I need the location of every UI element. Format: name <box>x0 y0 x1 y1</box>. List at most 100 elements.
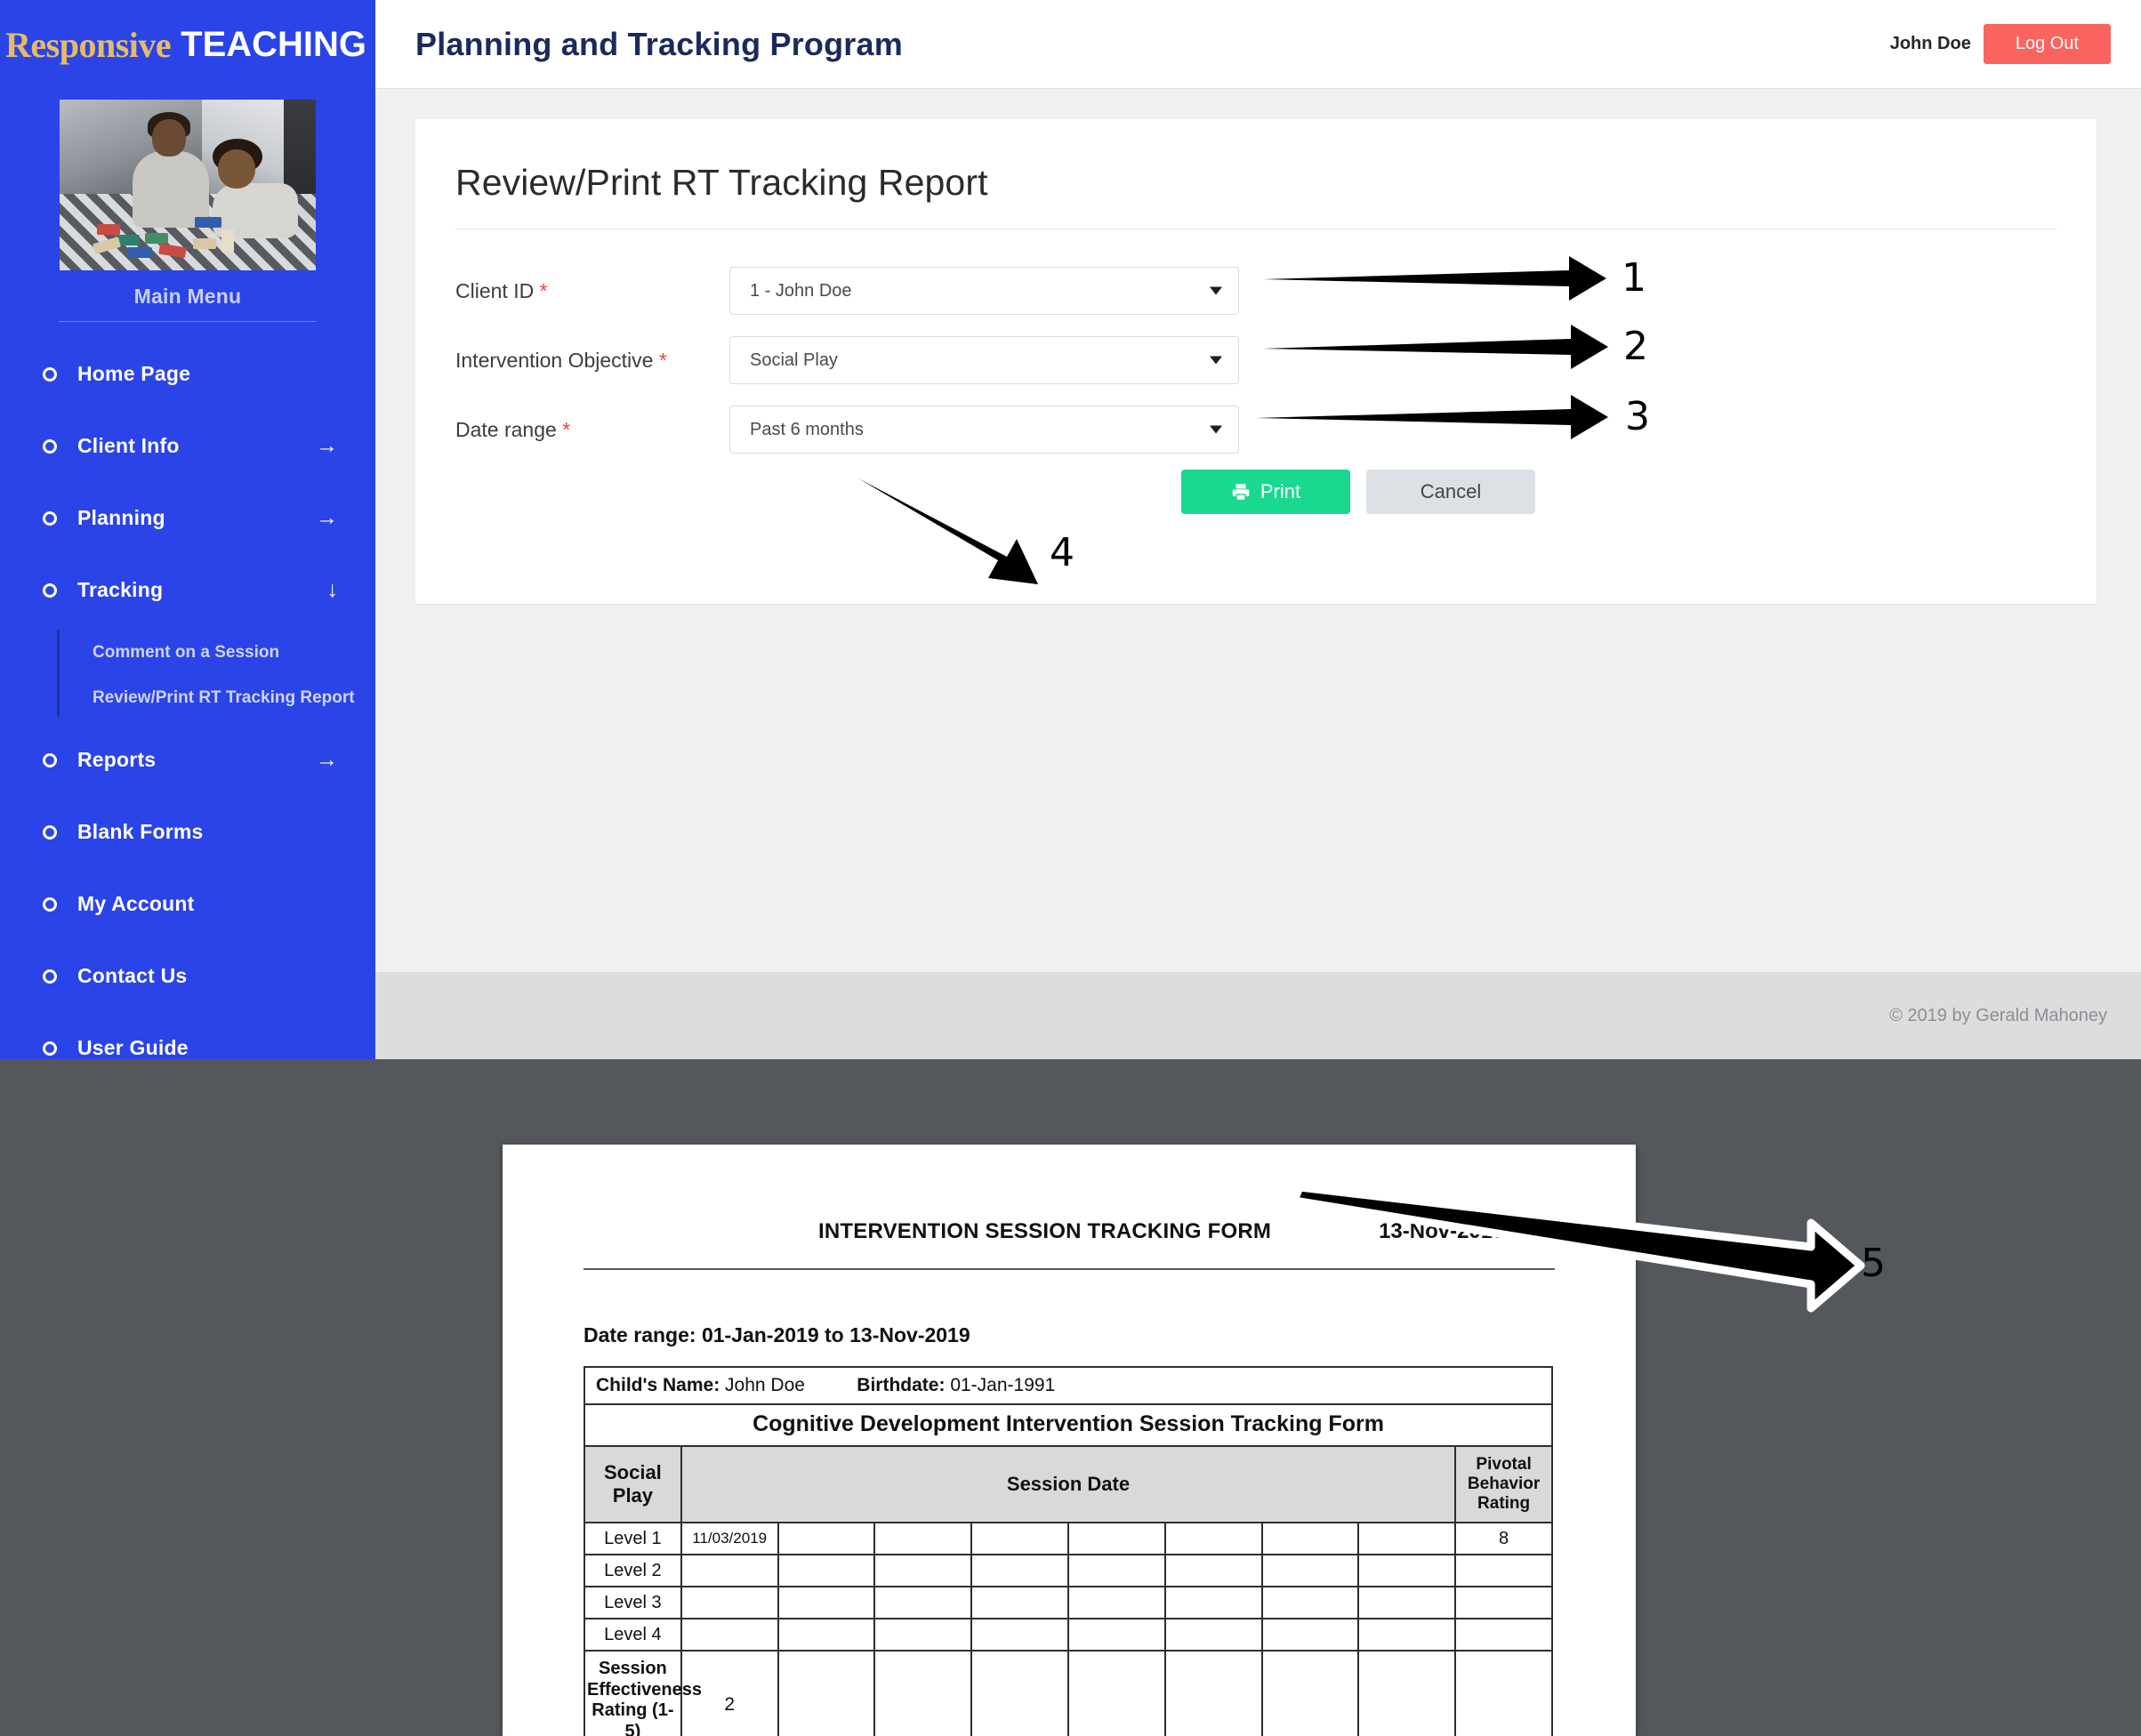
effectiveness-cell[interactable] <box>1357 1650 1457 1736</box>
session-date-cell[interactable] <box>1163 1618 1263 1652</box>
bullet-icon <box>43 1041 57 1056</box>
sidebar-item-planning[interactable]: Planning → <box>0 482 375 554</box>
sidebar-item-tracking[interactable]: Tracking ↓ <box>0 554 375 626</box>
brand-word-teaching: TEACHING <box>181 24 367 64</box>
session-date-cell[interactable] <box>1066 1618 1166 1652</box>
main-menu-label: Main Menu <box>133 285 242 308</box>
main-content-area: Review/Print RT Tracking Report Client I… <box>375 89 2141 970</box>
table-row: Level 4 <box>584 1618 1553 1652</box>
photo-block <box>127 247 152 258</box>
bullet-icon <box>43 896 57 912</box>
session-date-cell[interactable] <box>777 1522 876 1556</box>
session-date-cell[interactable] <box>777 1586 876 1620</box>
session-date-cell[interactable] <box>1260 1618 1360 1652</box>
session-date-cell[interactable] <box>1357 1586 1457 1620</box>
session-date-cell[interactable] <box>1163 1554 1263 1588</box>
sidebar-item-contact-us[interactable]: Contact Us <box>0 940 375 1012</box>
session-date-cell[interactable] <box>1260 1522 1360 1556</box>
session-date-cell[interactable] <box>1163 1522 1263 1556</box>
form-row-intervention-objective: Intervention Objective * Social Play <box>455 326 2097 395</box>
document-header-rule <box>584 1268 1555 1270</box>
bullet-icon <box>43 366 57 382</box>
page-title: Planning and Tracking Program <box>415 25 903 62</box>
form-action-buttons: Print Cancel <box>455 470 2097 514</box>
session-date-cell[interactable] <box>1066 1522 1166 1556</box>
session-date-cell[interactable] <box>1357 1618 1457 1652</box>
session-date-cell[interactable] <box>970 1618 1069 1652</box>
logout-button[interactable]: Log Out <box>1983 24 2111 64</box>
effectiveness-cell[interactable] <box>777 1650 876 1736</box>
submenu-item-review-print-rt-tracking-report[interactable]: Review/Print RT Tracking Report <box>93 675 375 720</box>
cancel-button[interactable]: Cancel <box>1366 470 1535 514</box>
session-date-cell[interactable] <box>777 1618 876 1652</box>
session-date-cell[interactable] <box>680 1554 779 1588</box>
session-date-cell[interactable] <box>1066 1554 1166 1588</box>
sidebar-item-my-account[interactable]: My Account <box>0 868 375 940</box>
session-date-cell[interactable] <box>777 1554 876 1588</box>
photo-block <box>193 238 216 249</box>
table-row-client-info: Child's Name: John Doe Birthdate: 01-Jan… <box>584 1366 1553 1405</box>
date-range-field-label: Date range: <box>584 1323 696 1346</box>
pivotal-rating-cell[interactable] <box>1454 1554 1553 1588</box>
table-row: Level 1 11/03/2019 8 <box>584 1522 1553 1556</box>
table-header-row: Social Play Session Date Pivotal Behavio… <box>584 1444 1553 1524</box>
document-header: INTERVENTION SESSION TRACKING FORM 13-No… <box>503 1145 1636 1244</box>
pivotal-rating-cell[interactable] <box>1454 1618 1553 1652</box>
photo-block <box>145 233 168 244</box>
effectiveness-cell[interactable] <box>1066 1650 1166 1736</box>
pivotal-rating-cell[interactable]: 8 <box>1454 1522 1553 1556</box>
sidebar-item-blank-forms[interactable]: Blank Forms <box>0 796 375 868</box>
form-subtitle-cell: Cognitive Development Intervention Sessi… <box>584 1403 1553 1447</box>
session-date-cell[interactable] <box>1066 1586 1166 1620</box>
sidebar-item-reports[interactable]: Reports → <box>0 724 375 796</box>
sidebar-item-label: Planning <box>77 506 165 529</box>
effectiveness-cell[interactable] <box>1163 1650 1263 1736</box>
session-date-cell[interactable] <box>1357 1554 1457 1588</box>
brand-logo[interactable]: Responsive TEACHING <box>0 0 375 89</box>
photo-block <box>221 229 234 253</box>
session-date-cell[interactable] <box>873 1586 973 1620</box>
required-asterisk: * <box>539 278 548 302</box>
session-date-cell[interactable] <box>970 1554 1069 1588</box>
effectiveness-cell[interactable] <box>1260 1650 1360 1736</box>
session-date-cell[interactable] <box>680 1586 779 1620</box>
bullet-icon <box>43 583 57 598</box>
effectiveness-cell[interactable] <box>873 1650 973 1736</box>
session-date-cell[interactable] <box>970 1522 1069 1556</box>
effectiveness-cell[interactable] <box>970 1650 1069 1736</box>
client-id-select[interactable]: 1 - John Doe <box>729 267 1239 315</box>
pivotal-rating-cell[interactable] <box>1454 1586 1553 1620</box>
session-date-cell[interactable] <box>1163 1586 1263 1620</box>
session-date-cell[interactable] <box>970 1586 1069 1620</box>
intervention-objective-select[interactable]: Social Play <box>729 336 1239 384</box>
card-title: Review/Print RT Tracking Report <box>455 162 988 203</box>
sidebar-item-user-guide[interactable]: User Guide <box>0 1012 375 1059</box>
session-date-cell[interactable] <box>1260 1586 1360 1620</box>
level-label: Level 1 <box>584 1522 682 1556</box>
document-date: 13-Nov-2019 <box>1379 1219 1505 1243</box>
submenu-item-comment-on-a-session[interactable]: Comment on a Session <box>93 630 375 675</box>
sidebar-item-home-page[interactable]: Home Page <box>0 338 375 410</box>
session-date-cell[interactable] <box>873 1554 973 1588</box>
sidebar-item-client-info[interactable]: Client Info → <box>0 410 375 482</box>
brand-word-responsive: Responsive <box>5 24 172 65</box>
date-range-select[interactable]: Past 6 months <box>729 406 1239 454</box>
session-date-cell[interactable] <box>873 1618 973 1652</box>
effectiveness-label: Session Effectiveness Rating (1-5) <box>584 1650 702 1736</box>
printer-icon <box>1231 482 1251 502</box>
level-label: Level 2 <box>584 1554 682 1588</box>
session-date-cell[interactable]: 11/03/2019 <box>680 1522 779 1556</box>
document-title: INTERVENTION SESSION TRACKING FORM <box>818 1219 1272 1243</box>
birthdate-value: 01-Jan-1991 <box>950 1375 1056 1395</box>
print-button[interactable]: Print <box>1181 470 1350 514</box>
required-asterisk: * <box>658 348 667 372</box>
effectiveness-rating-cell[interactable] <box>1454 1650 1553 1736</box>
session-date-cell[interactable] <box>1260 1554 1360 1588</box>
form-row-date-range: Date range * Past 6 months <box>455 395 2097 464</box>
bullet-icon <box>43 824 57 840</box>
required-asterisk: * <box>562 417 571 441</box>
date-range-label: Date range * <box>455 418 729 442</box>
session-date-cell[interactable] <box>680 1618 779 1652</box>
session-date-cell[interactable] <box>873 1522 973 1556</box>
session-date-cell[interactable] <box>1357 1522 1457 1556</box>
